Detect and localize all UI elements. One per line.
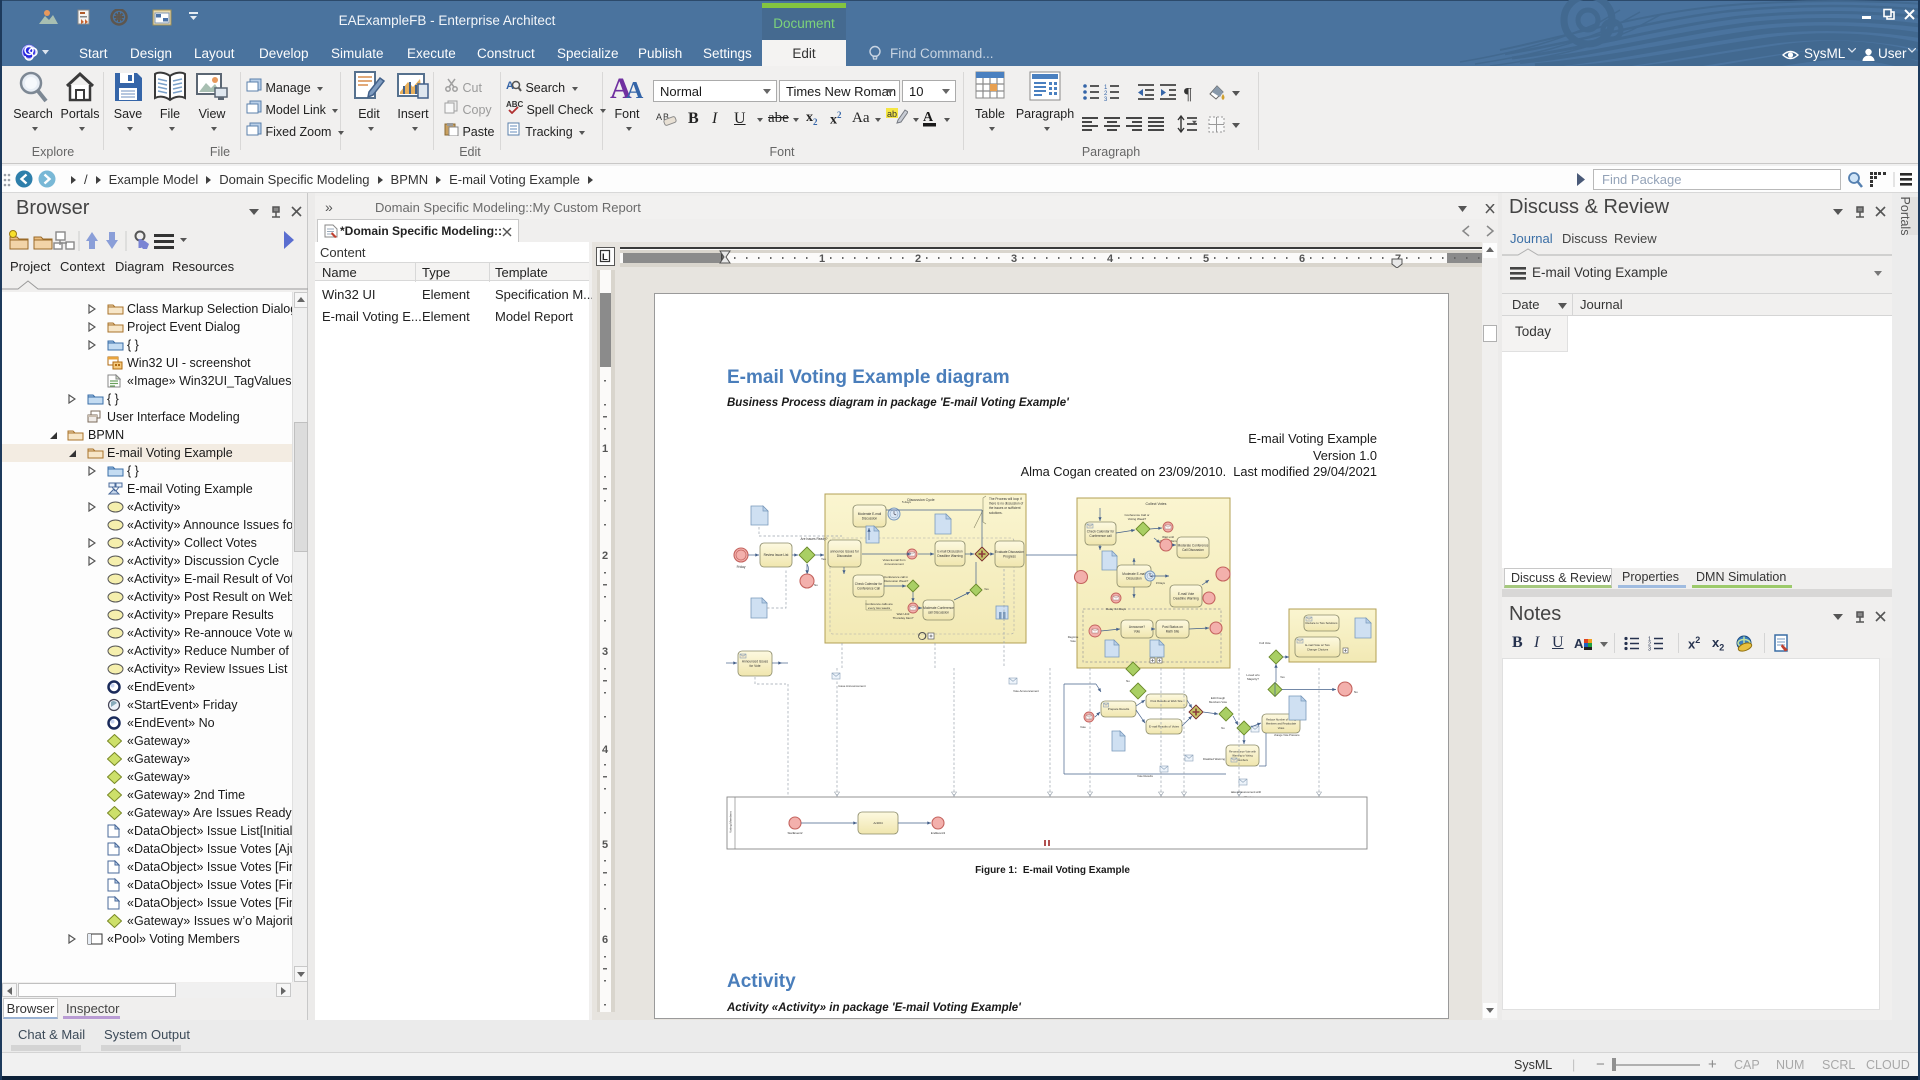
svg-text:Members and Recalculate: Members and Recalculate xyxy=(1266,722,1297,726)
svg-text:ab: ab xyxy=(887,109,897,119)
svg-text:Collect Votes: Collect Votes xyxy=(1146,502,1167,506)
svg-text:2: 2 xyxy=(915,253,921,265)
svg-text:3: 3 xyxy=(602,646,608,658)
svg-text:Vote: Vote xyxy=(1080,725,1086,729)
svg-text:5: 5 xyxy=(1203,253,1209,265)
svg-text:No: No xyxy=(1354,690,1358,694)
svg-text:3: 3 xyxy=(1648,647,1651,652)
svg-text:take announcement with: take announcement with xyxy=(1231,790,1262,794)
svg-text:Full Vote: Full Vote xyxy=(1259,641,1271,645)
svg-text:StartEvent2: StartEvent2 xyxy=(787,831,802,835)
svg-text:Thursday 9am?: Thursday 9am? xyxy=(893,616,914,620)
svg-text:3: 3 xyxy=(1011,253,1017,265)
svg-text:No: No xyxy=(814,583,818,587)
svg-text:EndEvent3: EndEvent3 xyxy=(931,831,946,835)
svg-text:change Vote Pressure: change Vote Pressure xyxy=(1274,733,1300,737)
svg-text:6: 6 xyxy=(602,934,608,946)
svg-text:Discussion: Discussion xyxy=(1126,576,1142,580)
svg-text:Discussion Cycle: Discussion Cycle xyxy=(907,498,934,502)
svg-text:Discussion: Discussion xyxy=(862,516,878,520)
svg-text:Change Choices: Change Choices xyxy=(1307,647,1329,651)
svg-text:there is no discussion of: there is no discussion of xyxy=(989,502,1023,506)
svg-text:Progress: Progress xyxy=(1003,554,1016,558)
svg-text:3: 3 xyxy=(1104,97,1108,103)
svg-text:Discussion Week?: Discussion Week? xyxy=(884,579,909,583)
svg-text:Vote: Vote xyxy=(1070,639,1076,643)
svg-text:Re-announce Vote with: Re-announce Vote with xyxy=(1229,750,1256,754)
svg-text:Call Discussion: Call Discussion xyxy=(1182,548,1204,552)
svg-text:# Days: # Days xyxy=(1156,581,1166,585)
svg-text:A: A xyxy=(1574,636,1584,651)
svg-text:every two weeks: every two weeks xyxy=(868,606,891,610)
svg-text:Vote Announcement: Vote Announcement xyxy=(1013,689,1039,693)
svg-text:2: 2 xyxy=(602,550,608,562)
svg-text:5: 5 xyxy=(602,839,608,851)
svg-text:Warning to Voting: Warning to Voting xyxy=(1232,754,1253,758)
svg-text:Discussion: Discussion xyxy=(837,554,853,558)
svg-text:solutions.: solutions. xyxy=(989,511,1003,515)
svg-text:Vote Results: Vote Results xyxy=(1137,774,1153,778)
svg-text:Conference Call: Conference Call xyxy=(857,586,880,590)
svg-text:ABC: ABC xyxy=(506,100,523,109)
svg-text:Disabled Warning: Disabled Warning xyxy=(1203,757,1225,761)
svg-text:No: No xyxy=(1221,726,1225,730)
svg-text:Voting Members: Voting Members xyxy=(729,811,733,833)
svg-text:Deadline Warning: Deadline Warning xyxy=(1173,596,1198,600)
svg-text:A: A xyxy=(923,110,934,125)
svg-text:No: No xyxy=(1126,679,1130,683)
svg-text:Announcement: Announcement xyxy=(884,562,904,566)
svg-text:Majority?: Majority? xyxy=(1247,677,1259,681)
svg-text:Issue Announcement: Issue Announcement xyxy=(839,684,866,688)
svg-text:1: 1 xyxy=(602,443,608,455)
svg-text:Yes: Yes xyxy=(1280,675,1285,679)
svg-text:Post Results at Web Site: Post Results at Web Site xyxy=(1151,699,1183,703)
svg-text:Yes: Yes xyxy=(821,557,826,561)
svg-text:Delay 3-4 Days: Delay 3-4 Days xyxy=(1106,607,1126,611)
svg-text:1: 1 xyxy=(819,253,825,265)
svg-text:E-mail Results of Votes: E-mail Results of Votes xyxy=(1149,725,1179,729)
svg-text:¶: ¶ xyxy=(1184,84,1192,103)
svg-text:Friday: Friday xyxy=(737,565,746,569)
svg-text:4: 4 xyxy=(1107,253,1114,265)
svg-text:Prepare Results: Prepare Results xyxy=(1108,707,1130,711)
svg-text:The Process will loop if: The Process will loop if xyxy=(989,497,1022,501)
svg-text:for Vote: for Vote xyxy=(750,664,761,668)
svg-text:Deadline Warning: Deadline Warning xyxy=(937,554,962,558)
svg-text:Math Site: Math Site xyxy=(1166,629,1180,633)
svg-text:Yes: Yes xyxy=(984,587,989,591)
svg-text:Are Issues Ready?: Are Issues Ready? xyxy=(801,537,828,541)
svg-text:Members Vote: Members Vote xyxy=(1209,700,1227,704)
svg-text:A: A xyxy=(626,78,644,104)
svg-text:5 days: 5 days xyxy=(902,500,911,504)
svg-text:Vote: Vote xyxy=(1134,629,1141,633)
svg-text:L: L xyxy=(602,252,608,263)
svg-text:6: 6 xyxy=(1299,253,1305,265)
svg-text:Act004: Act004 xyxy=(873,821,883,825)
svg-text:Review Issue List: Review Issue List xyxy=(764,553,789,557)
svg-text:the issues or sufficient: the issues or sufficient xyxy=(989,506,1021,510)
svg-text:Voting Week?: Voting Week? xyxy=(1128,517,1147,521)
svg-text:Votes: Votes xyxy=(1278,726,1285,730)
svg-text:Conference call: Conference call xyxy=(1089,534,1111,538)
svg-text:call Discussion: call Discussion xyxy=(928,610,949,614)
svg-text:A: A xyxy=(656,112,662,122)
svg-text:4: 4 xyxy=(602,744,609,756)
svg-text:Reduce to Two Solutions: Reduce to Two Solutions xyxy=(1306,621,1338,625)
